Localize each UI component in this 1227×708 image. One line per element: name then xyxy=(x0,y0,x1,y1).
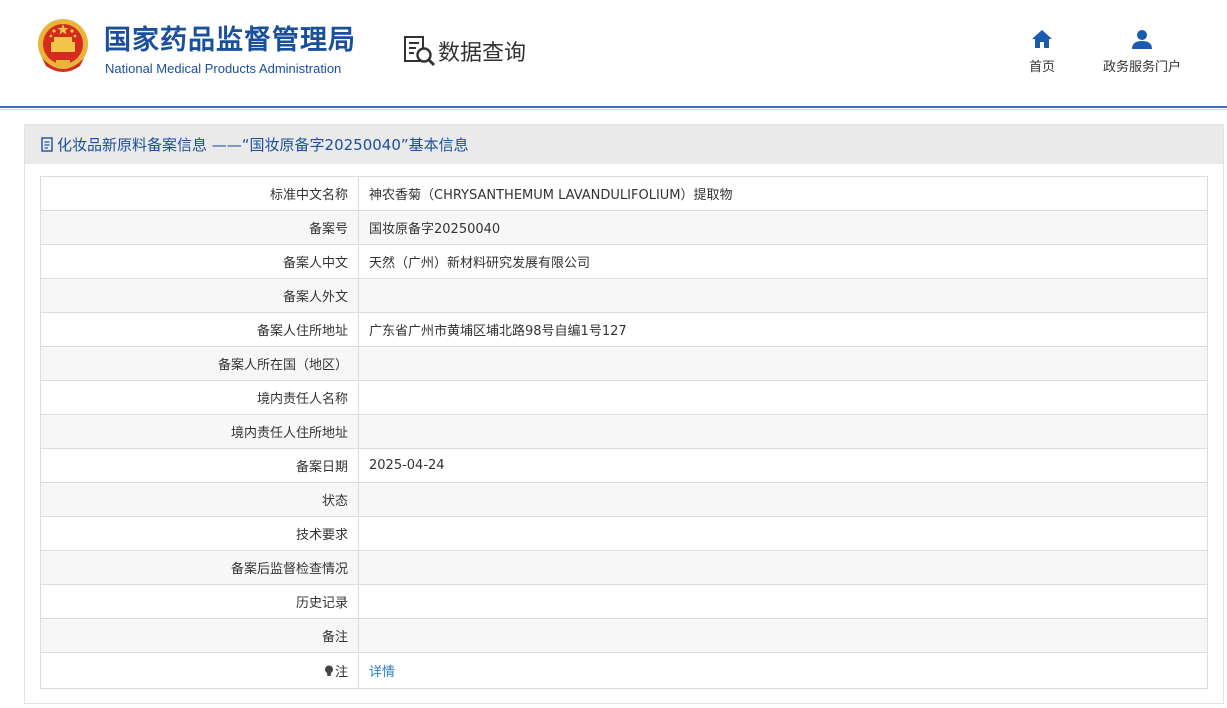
row-label: 备案后监督检查情况 xyxy=(40,550,359,585)
row-label: 境内责任人住所地址 xyxy=(40,414,359,449)
document-icon xyxy=(41,137,53,152)
national-emblem-icon xyxy=(38,19,88,72)
row-value xyxy=(358,346,1208,381)
table-row: 备注 xyxy=(40,618,1208,653)
row-value xyxy=(358,414,1208,449)
table-row: 技术要求 xyxy=(40,516,1208,551)
query-title-text: 数据查询 xyxy=(438,41,527,66)
record-info-panel: 化妆品新原料备案信息 ——“国妆原备字20250040”基本信息 标准中文名称神… xyxy=(24,124,1224,704)
row-value xyxy=(358,482,1208,517)
detail-link[interactable]: 详情 xyxy=(369,665,395,680)
table-row: 状态 xyxy=(40,482,1208,517)
row-label: 技术要求 xyxy=(40,516,359,551)
row-label: 备注 xyxy=(40,618,359,653)
table-row: 历史记录 xyxy=(40,584,1208,619)
row-value xyxy=(358,278,1208,313)
row-label: 状态 xyxy=(40,482,359,517)
site-header: 国家药品监督管理局 National Medical Products Admi… xyxy=(0,0,1227,106)
table-row-note: 注 详情 xyxy=(40,652,1208,689)
data-query-title: 数据查询 xyxy=(403,33,526,69)
nav-portal-label: 政务服务门户 xyxy=(1102,60,1181,75)
note-label: 注 xyxy=(334,665,348,680)
table-row: 标准中文名称 神农香菊（CHRYSANTHEMUM LAVANDULIFOLIUM… xyxy=(40,176,1208,211)
row-label: 历史记录 xyxy=(40,584,359,619)
row-value xyxy=(358,380,1208,415)
row-value: 天然（广州）新材料研究发展有限公司 xyxy=(358,244,1208,279)
row-value xyxy=(358,584,1208,619)
table-row: 境内责任人名称 xyxy=(40,380,1208,415)
header-divider-light xyxy=(0,109,1227,110)
nav-service-portal[interactable]: 政务服务门户 xyxy=(1096,28,1188,75)
table-row: 备案号 国妆原备字20250040 xyxy=(40,210,1208,245)
row-value: 2025-04-24 xyxy=(358,448,1208,483)
row-label: 备案人所在国（地区） xyxy=(40,346,359,381)
note-label-cell: 注 xyxy=(40,652,359,689)
row-value: 广东省广州市黄埔区埔北路98号自编1号127 xyxy=(358,312,1208,347)
panel-title: 化妆品新原料备案信息 ——“国妆原备字20250040”基本信息 xyxy=(25,125,1223,164)
table-row: 境内责任人住所地址 xyxy=(40,414,1208,449)
nav-home-label: 首页 xyxy=(1028,60,1055,75)
table-row: 备案人所在国（地区） xyxy=(40,346,1208,381)
table-row: 备案后监督检查情况 xyxy=(40,550,1208,585)
record-info-table: 标准中文名称 神农香菊（CHRYSANTHEMUM LAVANDULIFOLIUM… xyxy=(40,176,1208,689)
row-label: 备案人外文 xyxy=(40,278,359,313)
panel-title-text: 化妆品新原料备案信息 ——“国妆原备字20250040”基本信息 xyxy=(57,136,469,154)
org-name-cn: 国家药品监督管理局 xyxy=(104,25,356,56)
row-label: 备案号 xyxy=(40,210,359,245)
header-divider xyxy=(0,106,1227,108)
row-label: 备案日期 xyxy=(40,448,359,483)
row-value xyxy=(358,618,1208,653)
org-name-en: National Medical Products Administration xyxy=(105,61,342,76)
table-row: 备案人住所地址 广东省广州市黄埔区埔北路98号自编1号127 xyxy=(40,312,1208,347)
document-search-icon xyxy=(404,36,436,67)
lightbulb-icon xyxy=(324,665,333,676)
row-label: 标准中文名称 xyxy=(40,176,359,211)
home-icon xyxy=(1032,30,1052,48)
row-value xyxy=(358,516,1208,551)
row-value xyxy=(358,550,1208,585)
row-label: 备案人中文 xyxy=(40,244,359,279)
table-row: 备案人外文 xyxy=(40,278,1208,313)
table-row: 备案人中文 天然（广州）新材料研究发展有限公司 xyxy=(40,244,1208,279)
user-icon xyxy=(1132,30,1152,49)
note-value-cell: 详情 xyxy=(358,652,1208,689)
row-value: 国妆原备字20250040 xyxy=(358,210,1208,245)
table-row: 备案日期 2025-04-24 xyxy=(40,448,1208,483)
row-label: 境内责任人名称 xyxy=(40,380,359,415)
nav-home[interactable]: 首页 xyxy=(1022,28,1062,75)
row-value: 神农香菊（CHRYSANTHEMUM LAVANDULIFOLIUM）提取物 xyxy=(358,176,1208,211)
row-label: 备案人住所地址 xyxy=(40,312,359,347)
